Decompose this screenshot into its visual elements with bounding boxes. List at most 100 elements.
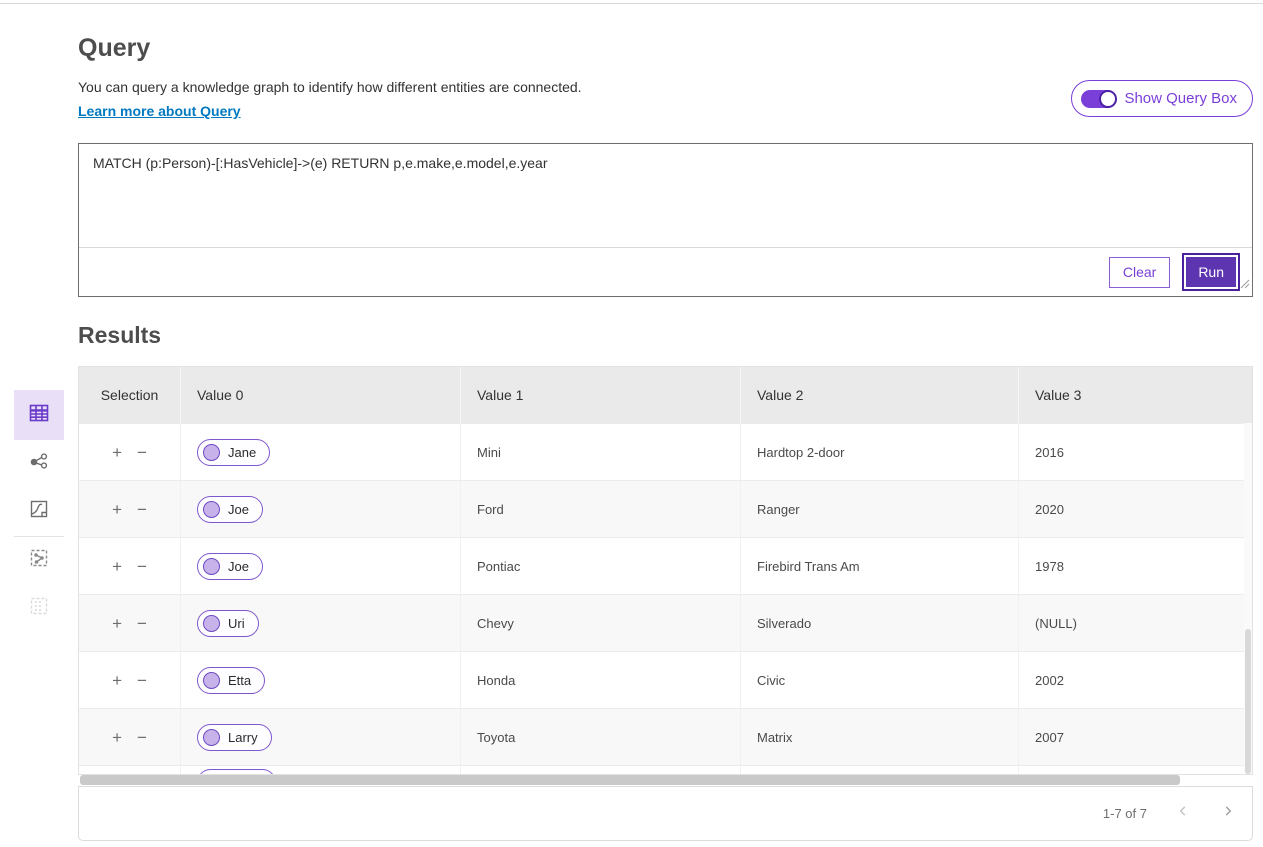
add-selection-button[interactable]: + <box>112 558 122 575</box>
table-row: + − Etta Honda Civic 2002 <box>79 651 1252 708</box>
remove-selection-button[interactable]: − <box>137 615 147 632</box>
add-selection-button[interactable]: + <box>112 444 122 461</box>
table-row-partial <box>79 765 1252 775</box>
entity-node-icon <box>203 729 220 746</box>
table-row: + − Jane Mini Hardtop 2-door 2016 <box>79 423 1252 480</box>
rail-item-link-chart-view[interactable] <box>14 549 64 571</box>
page-title: Query <box>78 34 150 63</box>
entity-name: Jane <box>228 445 256 460</box>
graph-view-icon <box>28 451 50 478</box>
pagination-bar: 1-7 of 7 <box>78 786 1253 841</box>
previous-page-button[interactable] <box>1174 805 1192 823</box>
value0-cell <box>180 766 460 775</box>
add-selection-button[interactable]: + <box>112 729 122 746</box>
value3-cell: (NULL) <box>1018 595 1252 651</box>
entity-node-icon <box>203 558 220 575</box>
entity-name: Larry <box>228 730 258 745</box>
value0-cell: Jane <box>180 424 460 480</box>
value3-cell: 2007 <box>1018 709 1252 765</box>
resize-grip-icon[interactable] <box>1240 276 1250 294</box>
map-view-icon <box>28 498 50 525</box>
add-selection-button[interactable]: + <box>112 672 122 689</box>
entity-pill[interactable]: Uri <box>197 610 259 637</box>
pagination-range: 1-7 of 7 <box>1103 806 1147 821</box>
toggle-label: Show Query Box <box>1124 90 1237 107</box>
selection-cell: + − <box>79 709 180 765</box>
value3-cell: 2020 <box>1018 481 1252 537</box>
table-row: + − Joe Ford Ranger 2020 <box>79 480 1252 537</box>
value2-cell: Civic <box>740 652 1018 708</box>
value1-cell <box>460 766 740 775</box>
rail-divider <box>14 536 64 537</box>
value2-cell: Firebird Trans Am <box>740 538 1018 594</box>
table-header-row: Selection Value 0 Value 1 Value 2 Value … <box>79 367 1252 423</box>
show-query-box-toggle[interactable]: Show Query Box <box>1071 80 1253 117</box>
remove-selection-button[interactable]: − <box>137 672 147 689</box>
value1-cell: Pontiac <box>460 538 740 594</box>
table-row: + − Uri Chevy Silverado (NULL) <box>79 594 1252 651</box>
query-editor-panel: MATCH (p:Person)-[:HasVehicle]->(e) RETU… <box>78 143 1253 297</box>
page-description: You can query a knowledge graph to ident… <box>78 79 582 95</box>
learn-more-link[interactable]: Learn more about Query <box>78 103 241 119</box>
next-page-button[interactable] <box>1219 805 1237 823</box>
entity-node-icon <box>203 444 220 461</box>
toggle-knob <box>1099 90 1117 108</box>
vertical-scrollbar-thumb[interactable] <box>1245 629 1251 774</box>
table-row: + − Larry Toyota Matrix 2007 <box>79 708 1252 765</box>
value0-cell: Etta <box>180 652 460 708</box>
horizontal-scrollbar-thumb[interactable] <box>80 775 1180 785</box>
value3-cell <box>1018 766 1252 775</box>
selection-cell: + − <box>79 424 180 480</box>
results-table: Selection Value 0 Value 1 Value 2 Value … <box>78 366 1253 775</box>
toggle-switch-icon[interactable] <box>1081 90 1116 108</box>
chevron-left-icon <box>1176 804 1190 823</box>
column-header-selection: Selection <box>79 367 180 423</box>
value2-cell: Ranger <box>740 481 1018 537</box>
run-button[interactable]: Run <box>1186 257 1236 287</box>
entity-name: Uri <box>228 616 245 631</box>
entity-pill[interactable]: Jane <box>197 439 270 466</box>
value1-cell: Mini <box>460 424 740 480</box>
query-input[interactable]: MATCH (p:Person)-[:HasVehicle]->(e) RETU… <box>79 144 1252 248</box>
column-header-value2: Value 2 <box>740 367 1018 423</box>
entity-name: Joe <box>228 559 249 574</box>
run-button-focus-ring[interactable]: Run <box>1182 253 1240 291</box>
entity-pill[interactable]: Etta <box>197 667 265 694</box>
value1-cell: Chevy <box>460 595 740 651</box>
column-header-value3: Value 3 <box>1018 367 1252 423</box>
value3-cell: 1978 <box>1018 538 1252 594</box>
add-selection-button[interactable]: + <box>112 615 122 632</box>
column-header-value0: Value 0 <box>180 367 460 423</box>
rail-item-map-view[interactable] <box>14 500 64 522</box>
value1-cell: Ford <box>460 481 740 537</box>
horizontal-scrollbar[interactable] <box>78 775 1253 786</box>
value3-cell: 2002 <box>1018 652 1252 708</box>
add-selection-button[interactable]: + <box>112 501 122 518</box>
value3-cell: 2016 <box>1018 424 1252 480</box>
value2-cell <box>740 766 1018 775</box>
table-view-icon <box>27 401 51 430</box>
clear-button[interactable]: Clear <box>1109 257 1170 288</box>
rail-item-matrix-view <box>14 597 64 619</box>
link-chart-view-icon <box>28 547 50 574</box>
remove-selection-button[interactable]: − <box>137 729 147 746</box>
rail-item-table-view[interactable] <box>14 390 64 440</box>
value2-cell: Hardtop 2-door <box>740 424 1018 480</box>
entity-name: Joe <box>228 502 249 517</box>
entity-name: Etta <box>228 673 251 688</box>
entity-pill[interactable]: Larry <box>197 724 272 751</box>
remove-selection-button[interactable]: − <box>137 444 147 461</box>
selection-cell <box>79 766 180 775</box>
value1-cell: Toyota <box>460 709 740 765</box>
value0-cell: Uri <box>180 595 460 651</box>
rail-item-graph-view[interactable] <box>14 453 64 475</box>
vertical-scrollbar[interactable] <box>1244 423 1252 774</box>
remove-selection-button[interactable]: − <box>137 558 147 575</box>
remove-selection-button[interactable]: − <box>137 501 147 518</box>
entity-pill[interactable]: Joe <box>197 496 263 523</box>
selection-cell: + − <box>79 481 180 537</box>
entity-pill[interactable]: Joe <box>197 553 263 580</box>
selection-cell: + − <box>79 652 180 708</box>
value2-cell: Silverado <box>740 595 1018 651</box>
selection-cell: + − <box>79 595 180 651</box>
